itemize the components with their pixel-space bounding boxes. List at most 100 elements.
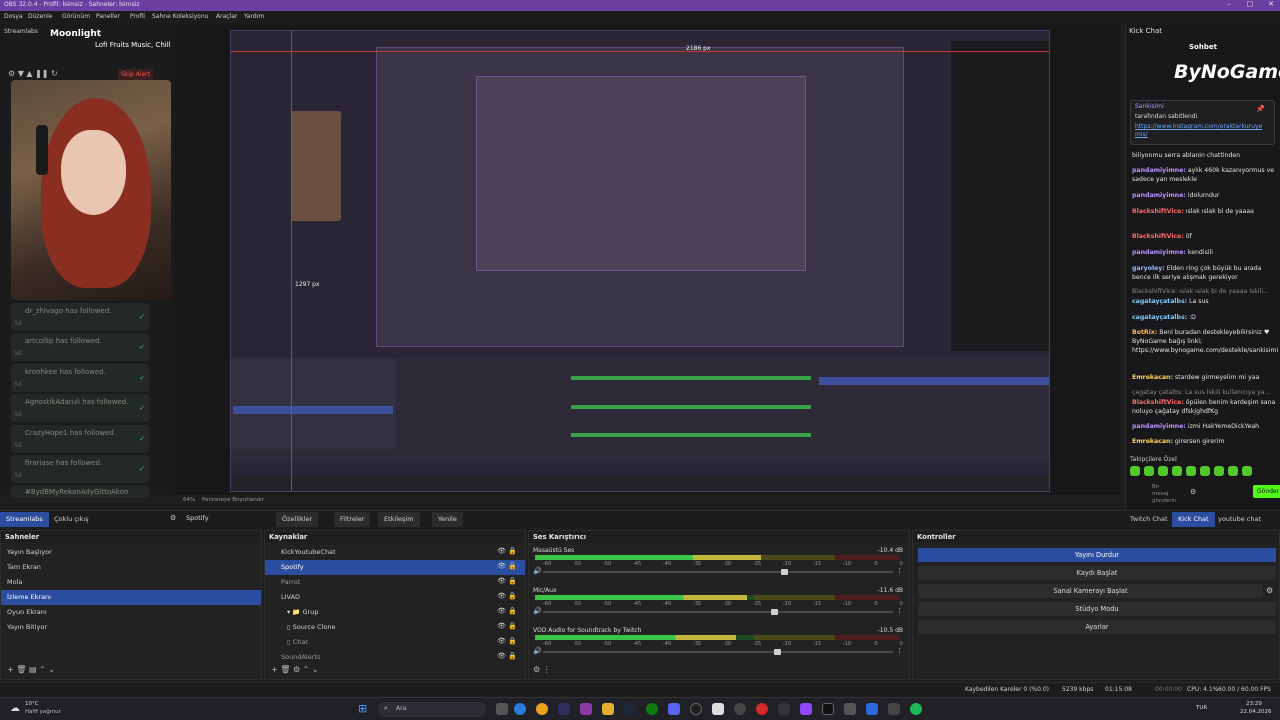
meter-tick: -60 <box>543 641 552 647</box>
volume-slider-knob[interactable] <box>770 609 778 615</box>
windows-start-icon[interactable]: ⊞ <box>358 702 367 715</box>
virtual-camera-settings-icon[interactable]: ⚙ <box>1266 586 1273 595</box>
start-recording-button[interactable]: Kaydı Başlat <box>918 566 1276 580</box>
source-item[interactable]: ▯ Chat 👁 🔒 <box>265 635 525 650</box>
source-item[interactable]: ▯ Source Clone 👁 🔒 <box>265 620 525 635</box>
scene-toolbar-icons[interactable]: + 🗑 ▤ ⌃ ⌄ <box>7 665 55 674</box>
photoshop-icon[interactable] <box>558 703 570 715</box>
speaker-icon[interactable]: 🔊 <box>533 567 542 575</box>
app-icon-2[interactable] <box>778 703 790 715</box>
keyboard-language[interactable]: TUR <box>1196 705 1207 711</box>
steam-icon[interactable] <box>624 703 636 715</box>
properties-button[interactable]: Özellikler <box>276 512 319 527</box>
channel-menu-icon[interactable]: ⋮ <box>896 607 903 615</box>
source-toolbar-icons[interactable]: + 🗑 ⚙ ⌃ ⌄ <box>271 665 319 674</box>
channel-menu-icon[interactable]: ⋮ <box>896 647 903 655</box>
tab-multi-output[interactable]: Çoklu çıkış <box>48 512 95 527</box>
preview-scale-label[interactable]: Pencereye Boyutlandır <box>202 497 264 503</box>
emote-bar[interactable] <box>1130 466 1275 478</box>
overlay-controls-icon[interactable]: ⚙ ▼ ▲ ❚❚ ↻ <box>8 69 58 78</box>
taskbar-search[interactable]: ⌕ Ara <box>378 702 486 717</box>
app-icon-4[interactable] <box>888 703 900 715</box>
menu-edit[interactable]: Düzenle <box>28 13 52 20</box>
meter-tick: -5 <box>872 641 878 647</box>
notepad-icon[interactable] <box>712 703 724 715</box>
mixer-toolbar-icons[interactable]: ⚙ ⋮ <box>533 665 551 674</box>
volume-slider[interactable] <box>543 569 893 575</box>
meter-tick: -50 <box>602 561 612 567</box>
source-item[interactable]: Parrot 👁 🔒 <box>265 575 525 590</box>
speaker-icon[interactable]: 🔊 <box>533 607 542 615</box>
obs-icon[interactable] <box>690 703 702 715</box>
close-icon[interactable]: ✕ <box>1262 0 1280 11</box>
zoom-level[interactable]: 64% <box>183 497 195 503</box>
tab-youtube-chat[interactable]: youtube chat <box>1212 512 1267 527</box>
scene-item[interactable]: Mola <box>1 575 261 590</box>
app-icon[interactable] <box>756 703 768 715</box>
source-item[interactable]: SoundAlerts 👁 🔒 <box>265 650 525 665</box>
spotify-icon[interactable] <box>910 703 922 715</box>
meter-tick: -40 <box>662 601 672 607</box>
controls-panel: Kontroller Yayını Durdur Kaydı Başlat Sa… <box>912 530 1280 680</box>
discord-icon[interactable] <box>668 703 680 715</box>
channel-menu-icon[interactable]: ⋮ <box>896 567 903 575</box>
source-item[interactable]: KickYoutubeChat 👁 🔒 <box>265 545 525 560</box>
file-explorer-icon[interactable] <box>602 703 614 715</box>
edge-icon[interactable] <box>514 703 526 715</box>
tab-twitch-chat[interactable]: Twitch Chat <box>1124 512 1174 527</box>
meter-tick: -20 <box>782 601 792 607</box>
task-view-icon[interactable] <box>496 703 508 715</box>
source-item-selected[interactable]: Spotify 👁 🔒 <box>265 560 525 575</box>
meter-tick: -35 <box>692 641 702 647</box>
xbox-icon[interactable] <box>646 703 658 715</box>
volume-slider[interactable] <box>543 609 893 615</box>
scene-item[interactable]: Oyun Ekranı <box>1 605 261 620</box>
menu-help[interactable]: Yardım <box>244 13 264 20</box>
send-button[interactable]: Gönder <box>1253 485 1280 498</box>
filters-button[interactable]: Filtreler <box>334 512 371 527</box>
scene-item-selected[interactable]: İzleme Ekranı <box>1 590 261 605</box>
pinned-link[interactable]: https://www.instagram.com/eraktarkuruyem… <box>1135 123 1265 139</box>
tiktok-icon[interactable] <box>822 703 834 715</box>
pin-icon[interactable]: 📌 <box>1256 105 1265 113</box>
skip-alert-button[interactable]: Skip Alert <box>118 69 153 80</box>
volume-slider-knob[interactable] <box>781 569 788 575</box>
clock-time[interactable]: 23:29 <box>1246 701 1262 707</box>
clock-date[interactable]: 22.04.2026 <box>1240 709 1272 715</box>
menu-docks[interactable]: Paneller <box>96 13 120 20</box>
refresh-button[interactable]: Yenile <box>432 512 463 527</box>
menu-view[interactable]: Görünüm <box>62 13 90 20</box>
premiere-icon[interactable] <box>580 703 592 715</box>
stop-streaming-button[interactable]: Yayını Durdur <box>918 548 1276 562</box>
minimize-icon[interactable]: – <box>1220 0 1238 11</box>
source-group[interactable]: ▾ 📁 Grup 👁 🔒 <box>265 605 525 620</box>
chrome-icon[interactable] <box>536 703 548 715</box>
start-virtual-camera-button[interactable]: Sanal Kamerayı Başlat <box>918 584 1263 598</box>
scene-item[interactable]: Yayın Bitiyor <box>1 620 261 635</box>
menu-scene-collection[interactable]: Sahne Koleksiyonu <box>152 13 208 20</box>
tab-kick-chat[interactable]: Kick Chat <box>1172 512 1215 527</box>
menu-tools[interactable]: Araçlar <box>216 13 237 20</box>
chat-reply-context: çagatay çatalbs: La sus İskili kullanıcı… <box>1132 389 1271 396</box>
chat-input[interactable]: Bir mesaj gönderin <box>1152 484 1177 505</box>
obs-icon-2[interactable] <box>734 703 746 715</box>
volume-slider-knob[interactable] <box>774 649 781 655</box>
studio-mode-button[interactable]: Stüdyo Modu <box>918 602 1276 616</box>
interact-button[interactable]: Etkileşim <box>378 512 420 527</box>
volume-slider[interactable] <box>543 649 893 655</box>
scene-item[interactable]: Yayın Başlıyor <box>1 545 261 560</box>
twitch-icon[interactable] <box>800 703 812 715</box>
chat-settings-icon[interactable]: ⚙ <box>1190 488 1196 496</box>
settings-button[interactable]: Ayarlar <box>918 620 1276 634</box>
source-item[interactable]: LIVAD 👁 🔒 <box>265 590 525 605</box>
speaker-icon[interactable]: 🔊 <box>533 647 542 655</box>
zoom-icon[interactable] <box>866 703 878 715</box>
menu-profile[interactable]: Profil <box>130 13 145 20</box>
menu-file[interactable]: Dosya <box>4 13 23 20</box>
search-icon: ⌕ <box>384 704 388 712</box>
weather-icon[interactable]: ☁ <box>10 703 20 714</box>
tab-streamlabs[interactable]: Streamlabs <box>0 512 49 527</box>
app-icon-3[interactable] <box>844 703 856 715</box>
scene-item[interactable]: Tam Ekran <box>1 560 261 575</box>
maximize-icon[interactable]: □ <box>1241 0 1259 11</box>
